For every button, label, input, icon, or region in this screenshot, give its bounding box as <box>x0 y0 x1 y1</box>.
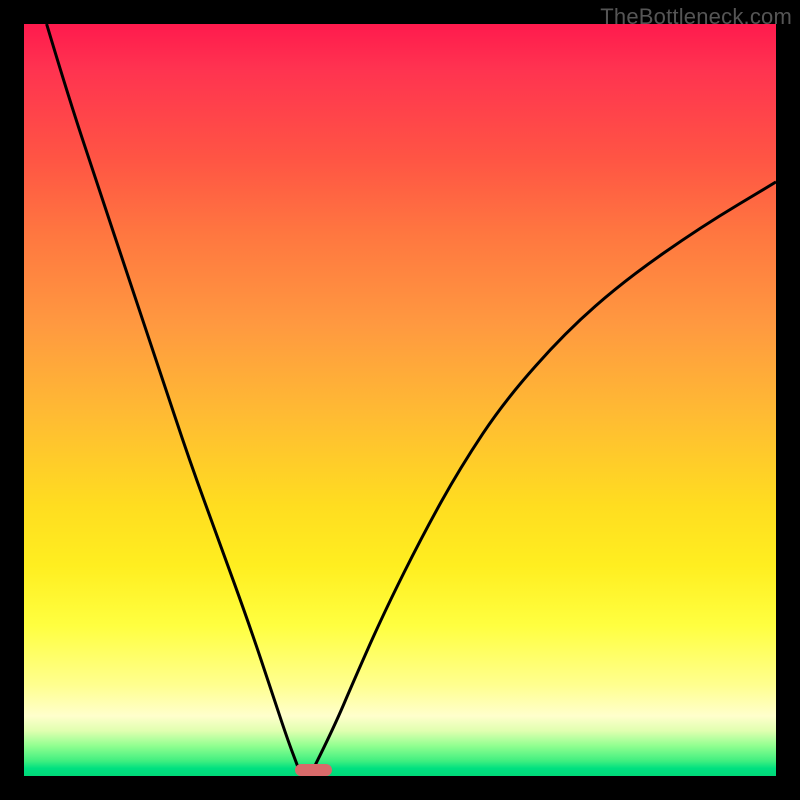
watermark-text: TheBottleneck.com <box>600 4 792 30</box>
plot-area <box>24 24 776 776</box>
chart-frame <box>24 24 776 776</box>
bottleneck-curve <box>24 24 776 776</box>
curve-path <box>47 24 776 769</box>
optimum-marker <box>295 764 333 776</box>
